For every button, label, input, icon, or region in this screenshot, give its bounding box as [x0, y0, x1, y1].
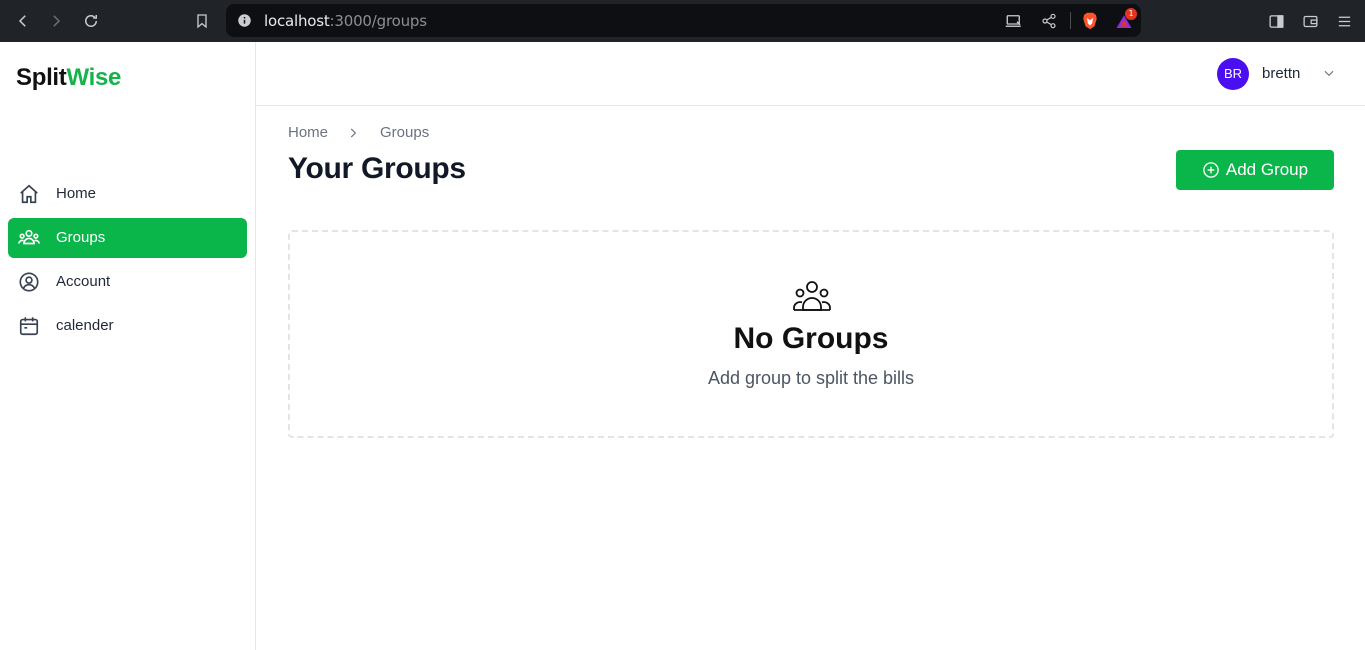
sidebar-item-calender[interactable]: calender [8, 306, 247, 346]
bookmark-button[interactable] [190, 9, 214, 33]
reload-icon [85, 15, 97, 27]
brand-name-part2: Wise [66, 64, 122, 91]
user-circle-icon [18, 271, 40, 293]
cast-icon[interactable] [1005, 12, 1023, 30]
url-host: localhost [264, 12, 330, 30]
brand-name-part1: Split [16, 64, 67, 91]
menu-icon[interactable] [1335, 12, 1353, 30]
sidebar-item-label: Account [56, 273, 111, 290]
breadcrumb-groups[interactable]: Groups [380, 124, 429, 141]
sidebar-item-account[interactable]: Account [8, 262, 247, 302]
empty-state-subtitle: Add group to split the bills [707, 368, 915, 388]
users-icon [793, 280, 831, 314]
back-icon [18, 15, 26, 27]
chevron-right-icon [346, 126, 360, 140]
plus-circle-icon [1202, 161, 1220, 179]
sidebar-item-label: Groups [56, 229, 106, 246]
page-title: Your Groups [288, 152, 466, 185]
brave-shield-icon[interactable] [1080, 11, 1100, 31]
url-text: localhost:3000/groups [264, 12, 427, 30]
top-header: BR brettn [256, 42, 1365, 106]
users-icon [18, 227, 40, 249]
breadcrumb-home[interactable]: Home [288, 124, 328, 141]
avatar[interactable]: BR [1217, 58, 1249, 90]
share-icon[interactable] [1040, 12, 1058, 30]
notification-badge: 1 [1125, 8, 1137, 20]
chevron-down-icon[interactable] [1322, 66, 1336, 80]
url-path: :3000/groups [329, 12, 427, 30]
info-icon[interactable] [236, 12, 252, 28]
empty-state-title: No Groups [733, 322, 889, 355]
username[interactable]: brettn [1262, 65, 1300, 82]
reload-button[interactable] [79, 9, 103, 33]
browser-toolbar: localhost:3000/groups 1 [0, 0, 1365, 42]
add-group-label: Add Group [1225, 160, 1309, 179]
bookmark-icon [197, 14, 207, 29]
wallet-icon[interactable] [1301, 12, 1319, 30]
sidebar-icon[interactable] [1267, 12, 1285, 30]
sidebar-item-label: calender [56, 317, 114, 334]
back-button[interactable] [11, 9, 35, 33]
address-divider [1070, 12, 1071, 29]
forward-button[interactable] [44, 9, 68, 33]
sidebar-item-label: Home [56, 185, 97, 202]
calendar-icon [18, 315, 40, 337]
add-group-button[interactable]: Add Group [1176, 150, 1334, 190]
sidebar-item-home[interactable]: Home [8, 174, 247, 214]
empty-state: No Groups Add group to split the bills [288, 230, 1334, 438]
brand-logo[interactable]: SplitWise [16, 64, 121, 92]
forward-icon [53, 15, 61, 27]
home-icon [18, 183, 40, 205]
sidebar-item-groups[interactable]: Groups [8, 218, 247, 258]
address-bar[interactable]: localhost:3000/groups [226, 4, 1141, 37]
sidebar: SplitWise Home Groups Account calender [0, 42, 256, 650]
